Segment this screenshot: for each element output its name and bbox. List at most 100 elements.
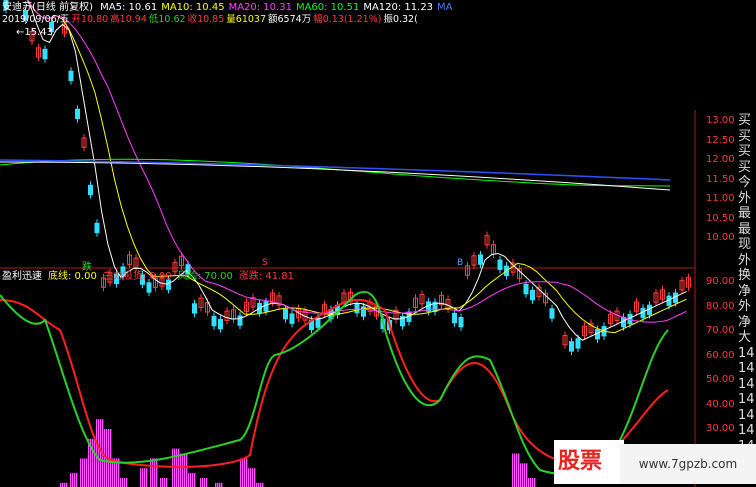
ma-label-5: MA <box>437 2 453 13</box>
stock-title: 安迪苏(日线 前复权) <box>2 2 93 13</box>
side-item-6: 最 <box>738 206 752 221</box>
indicator-bar-9-2 <box>152 458 154 487</box>
indicator-bar-2-6 <box>86 458 88 487</box>
indicator-bar-10-6 <box>166 478 168 487</box>
indicator-bar-18-6 <box>262 482 264 487</box>
indicator-bar-14-2 <box>202 478 204 487</box>
price-tick-5: 10.50 <box>706 212 735 224</box>
indicator-bar-21-4 <box>532 478 534 487</box>
indicator-tick-4: 50.00 <box>706 374 735 385</box>
indicator-bar-9-6 <box>156 458 158 487</box>
candle-body-43 <box>283 308 288 320</box>
indicator-tick-3: 60.00 <box>706 349 735 361</box>
info-item-0: 2019/09/06/五 <box>2 14 70 25</box>
indicator-bar-8-2 <box>142 468 144 487</box>
indicator-bar-12-6 <box>186 453 188 487</box>
indicator-bar-2-4 <box>84 458 86 487</box>
indicator-tick-1: 80.00 <box>706 300 735 312</box>
indicator-bar-7-0 <box>120 478 122 487</box>
indicator-tick-2: 70.00 <box>706 325 735 336</box>
candle-body-32 <box>211 315 217 327</box>
indicator-tick-6: 30.00 <box>706 423 735 434</box>
info-item-4: 收10.85 <box>187 14 225 25</box>
candle-body-29 <box>192 303 197 314</box>
candle-body-80 <box>523 283 529 295</box>
candle-body-69 <box>452 312 457 324</box>
price-tick-1: 12.50 <box>706 134 735 146</box>
info-header: 2019/09/06/五 开10.80 高10.94 低10.62 收10.85 量610… <box>2 14 420 26</box>
indicator-bar-3-6 <box>94 438 96 487</box>
indicator-bar-20-0 <box>520 463 522 487</box>
indicator-tick-0: 90.00 <box>706 276 735 287</box>
info-item-1: 开10.80 <box>71 14 109 25</box>
indicator-bar-16-2 <box>242 458 244 487</box>
indicator-bar-0-4 <box>64 482 66 487</box>
watermark-logo: 股票 <box>554 440 624 484</box>
candle-body-54 <box>354 302 360 314</box>
ma-label-2: MA20: 10.31 <box>228 2 292 13</box>
indicator-bar-4-4 <box>100 419 102 487</box>
side-item-1: 买 <box>738 128 752 144</box>
indicator-label-1: 底线: 0.00 <box>48 271 97 282</box>
candle-body-13 <box>88 184 93 196</box>
candle-body-11 <box>75 108 80 120</box>
candle-body-14 <box>94 222 100 234</box>
indicator-bar-3-0 <box>88 438 90 487</box>
candle-body-6 <box>42 48 48 60</box>
side-item-11: 净 <box>738 283 752 299</box>
candle-body-81 <box>530 290 535 301</box>
side-item-16: 14 <box>738 361 755 376</box>
indicator-bar-10-4 <box>164 478 166 487</box>
indicator-bar-4-0 <box>96 419 98 487</box>
side-item-5: 外 <box>738 190 752 206</box>
indicator-bar-8-6 <box>146 468 148 487</box>
price-tick-6: 10.00 <box>706 232 735 243</box>
info-item-7: 幅0.13(1.21%) <box>313 14 382 25</box>
side-item-9: 外 <box>738 252 752 268</box>
indicator-bar-16-4 <box>244 458 246 487</box>
candle-body-33 <box>218 318 223 330</box>
side-item-12: 外 <box>738 299 752 314</box>
indicator-bar-3-4 <box>92 438 94 487</box>
indicator-bar-17-6 <box>254 468 256 487</box>
indicator-bar-9-4 <box>154 458 156 487</box>
info-item-6: 额6574万 <box>268 14 312 25</box>
price-tick-2: 12.00 <box>706 154 735 165</box>
indicator-bar-2-0 <box>80 458 82 487</box>
candle-body-10 <box>68 70 74 82</box>
candle-body-87 <box>575 338 581 349</box>
indicator-bar-19-6 <box>518 453 520 487</box>
indicator-label-0: 盈利迅速 <box>2 271 42 282</box>
indicator-label-4: 涨跌: 41.81 <box>238 271 295 282</box>
candle-body-84 <box>549 308 555 319</box>
price-tick-4: 11.00 <box>706 193 735 204</box>
indicator-bar-18-4 <box>260 482 262 487</box>
indicator-bar-9-0 <box>150 458 152 487</box>
ma-label-3: MA60: 10.51 <box>295 2 360 13</box>
indicator-bar-16-0 <box>240 458 242 487</box>
indicator-bar-12-4 <box>184 453 186 487</box>
indicator-bar-15-6 <box>221 482 223 487</box>
indicator-bar-16-6 <box>246 458 248 487</box>
indicator-bar-0-6 <box>66 482 68 487</box>
indicator-bar-21-0 <box>528 478 530 487</box>
side-item-2: 买 <box>738 144 752 159</box>
side-item-0: 买 <box>738 113 752 128</box>
top-right-blank <box>430 0 756 110</box>
indicator-bar-0-2 <box>62 482 64 487</box>
candle-body-40 <box>263 301 269 312</box>
indicator-bar-13-2 <box>190 473 192 487</box>
indicator-bar-12-2 <box>182 453 184 487</box>
indicator-bar-20-4 <box>524 463 526 487</box>
indicator-bar-12-0 <box>180 453 182 487</box>
indicator-bar-5-0 <box>104 429 106 487</box>
indicator-bar-17-4 <box>252 468 254 487</box>
indicator-label-2: 主力吸货: 0.00 <box>102 271 172 282</box>
watermark-url[interactable]: www.7gpzb.com <box>620 444 756 484</box>
info-item-3: 低10.62 <box>148 14 186 25</box>
indicator-bar-15-2 <box>217 482 219 487</box>
indicator-bar-4-2 <box>98 419 100 487</box>
candle-body-22 <box>146 282 152 293</box>
indicator-bar-20-2 <box>522 463 524 487</box>
side-item-10: 换 <box>738 268 752 283</box>
